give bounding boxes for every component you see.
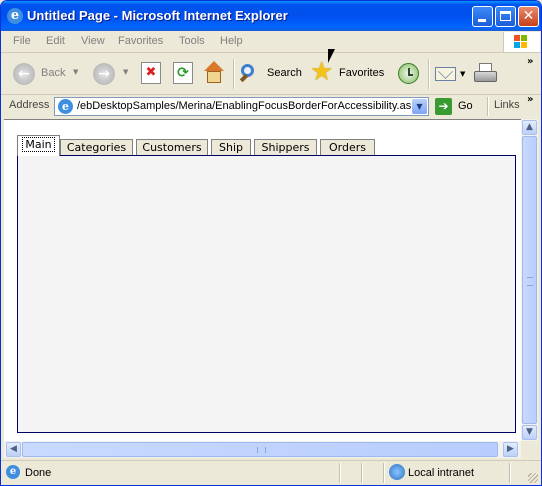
home-icon <box>204 61 224 71</box>
menu-favorites[interactable]: Favorites <box>118 35 163 47</box>
favorites-label: Favorites <box>339 67 385 79</box>
close-button[interactable]: ✕ <box>518 6 539 27</box>
maximize-button[interactable] <box>495 6 516 27</box>
address-separator <box>487 97 489 116</box>
page-icon: e <box>58 99 73 114</box>
scroll-right-button[interactable]: ▶ <box>503 442 518 457</box>
tab-categories[interactable]: Categories <box>60 139 133 155</box>
close-icon: ✕ <box>522 8 535 24</box>
stop-button[interactable]: ✖ <box>141 62 161 84</box>
windows-logo <box>503 32 540 52</box>
page-content: Main Categories Customers Ship Shippers … <box>4 119 521 442</box>
go-button[interactable]: ➔ Go <box>434 97 484 116</box>
forward-dropdown-icon: ▼ <box>123 68 129 76</box>
toolbar-separator <box>428 59 430 89</box>
menu-view[interactable]: View <box>81 35 105 47</box>
maximize-icon <box>500 11 511 21</box>
scroll-up-button[interactable]: ▲ <box>522 120 537 135</box>
refresh-button[interactable]: ⟳ <box>173 62 193 84</box>
scroll-down-button[interactable]: ▼ <box>522 425 537 440</box>
scroll-left-button[interactable]: ◀ <box>6 442 21 457</box>
status-divider <box>383 463 385 483</box>
home-button[interactable] <box>202 61 226 85</box>
tab-panel <box>17 155 516 433</box>
go-arrow-icon: ➔ <box>435 98 452 115</box>
address-dropdown-icon[interactable]: ▼ <box>412 99 427 114</box>
menu-file[interactable]: File <box>13 35 31 47</box>
status-divider <box>361 463 363 483</box>
history-button[interactable] <box>397 62 421 86</box>
go-label: Go <box>458 100 473 112</box>
menu-bar: File Edit View Favorites Tools Help <box>1 31 541 53</box>
history-clock-icon <box>398 63 419 84</box>
tab-shippers[interactable]: Shippers <box>254 139 317 155</box>
status-divider <box>339 463 341 483</box>
menu-edit[interactable]: Edit <box>46 35 65 47</box>
print-button[interactable] <box>473 62 499 86</box>
horizontal-scrollbar[interactable]: ◀ ▶ <box>4 441 521 458</box>
vertical-scrollbar[interactable]: ▲ ▼ <box>521 119 538 441</box>
mail-icon <box>435 64 456 81</box>
search-button[interactable]: Search <box>239 61 303 87</box>
back-label: Back <box>41 67 66 79</box>
tab-customers[interactable]: Customers <box>136 139 208 155</box>
search-label: Search <box>267 67 302 79</box>
status-text: Done <box>25 467 52 479</box>
toolbar-separator <box>233 59 235 89</box>
favorites-button[interactable]: ★ Favorites <box>310 58 390 87</box>
vertical-scroll-thumb[interactable] <box>522 136 537 424</box>
status-divider <box>509 463 511 483</box>
menu-help[interactable]: Help <box>220 35 243 47</box>
forward-button[interactable]: → ▼ <box>91 60 131 88</box>
resize-grip-icon[interactable] <box>528 473 538 483</box>
mouse-cursor-icon <box>328 49 335 63</box>
links-button[interactable]: Links <box>494 99 520 111</box>
forward-arrow-icon: → <box>93 63 115 85</box>
scrollbar-corner <box>521 441 538 458</box>
tab-label: Main <box>22 137 55 152</box>
back-arrow-icon: ← <box>13 63 35 85</box>
toolbar-overflow-icon[interactable]: » <box>527 56 533 67</box>
status-bar: e Done Local intranet <box>1 460 541 485</box>
address-input[interactable]: e /ebDesktopSamples/Merina/EnablingFocus… <box>54 97 429 116</box>
intranet-globe-icon <box>389 464 405 480</box>
ie-logo-icon: e <box>7 8 23 24</box>
window-title: Untitled Page - Microsoft Internet Explo… <box>27 8 288 23</box>
minimize-icon <box>478 19 486 22</box>
address-bar: Address e /ebDesktopSamples/Merina/Enabl… <box>1 94 541 118</box>
mail-dropdown-icon: ▼ <box>460 70 466 78</box>
tab-main[interactable]: Main <box>17 135 60 156</box>
stop-icon: ✖ <box>145 65 157 80</box>
minimize-button[interactable] <box>472 6 493 27</box>
horizontal-scroll-thumb[interactable] <box>22 442 498 457</box>
back-dropdown-icon: ▼ <box>73 68 79 76</box>
address-label: Address <box>9 99 50 111</box>
links-overflow-icon[interactable]: » <box>527 94 533 105</box>
tab-orders[interactable]: Orders <box>320 139 375 155</box>
refresh-icon: ⟳ <box>177 65 189 81</box>
page-status-icon: e <box>6 465 20 479</box>
tab-ship[interactable]: Ship <box>211 139 251 155</box>
back-button[interactable]: ← Back ▼ <box>11 60 81 88</box>
mail-button[interactable]: ▼ <box>434 63 468 85</box>
title-bar[interactable]: e Untitled Page - Microsoft Internet Exp… <box>1 1 541 31</box>
zone-text: Local intranet <box>408 467 475 479</box>
browser-window: e Untitled Page - Microsoft Internet Exp… <box>0 0 542 486</box>
address-text: /ebDesktopSamples/Merina/EnablingFocusBo… <box>77 100 423 112</box>
standard-toolbar: ← Back ▼ → ▼ ✖ ⟳ Search ★ Favorites ▼ » <box>1 53 541 95</box>
menu-tools[interactable]: Tools <box>179 35 205 47</box>
